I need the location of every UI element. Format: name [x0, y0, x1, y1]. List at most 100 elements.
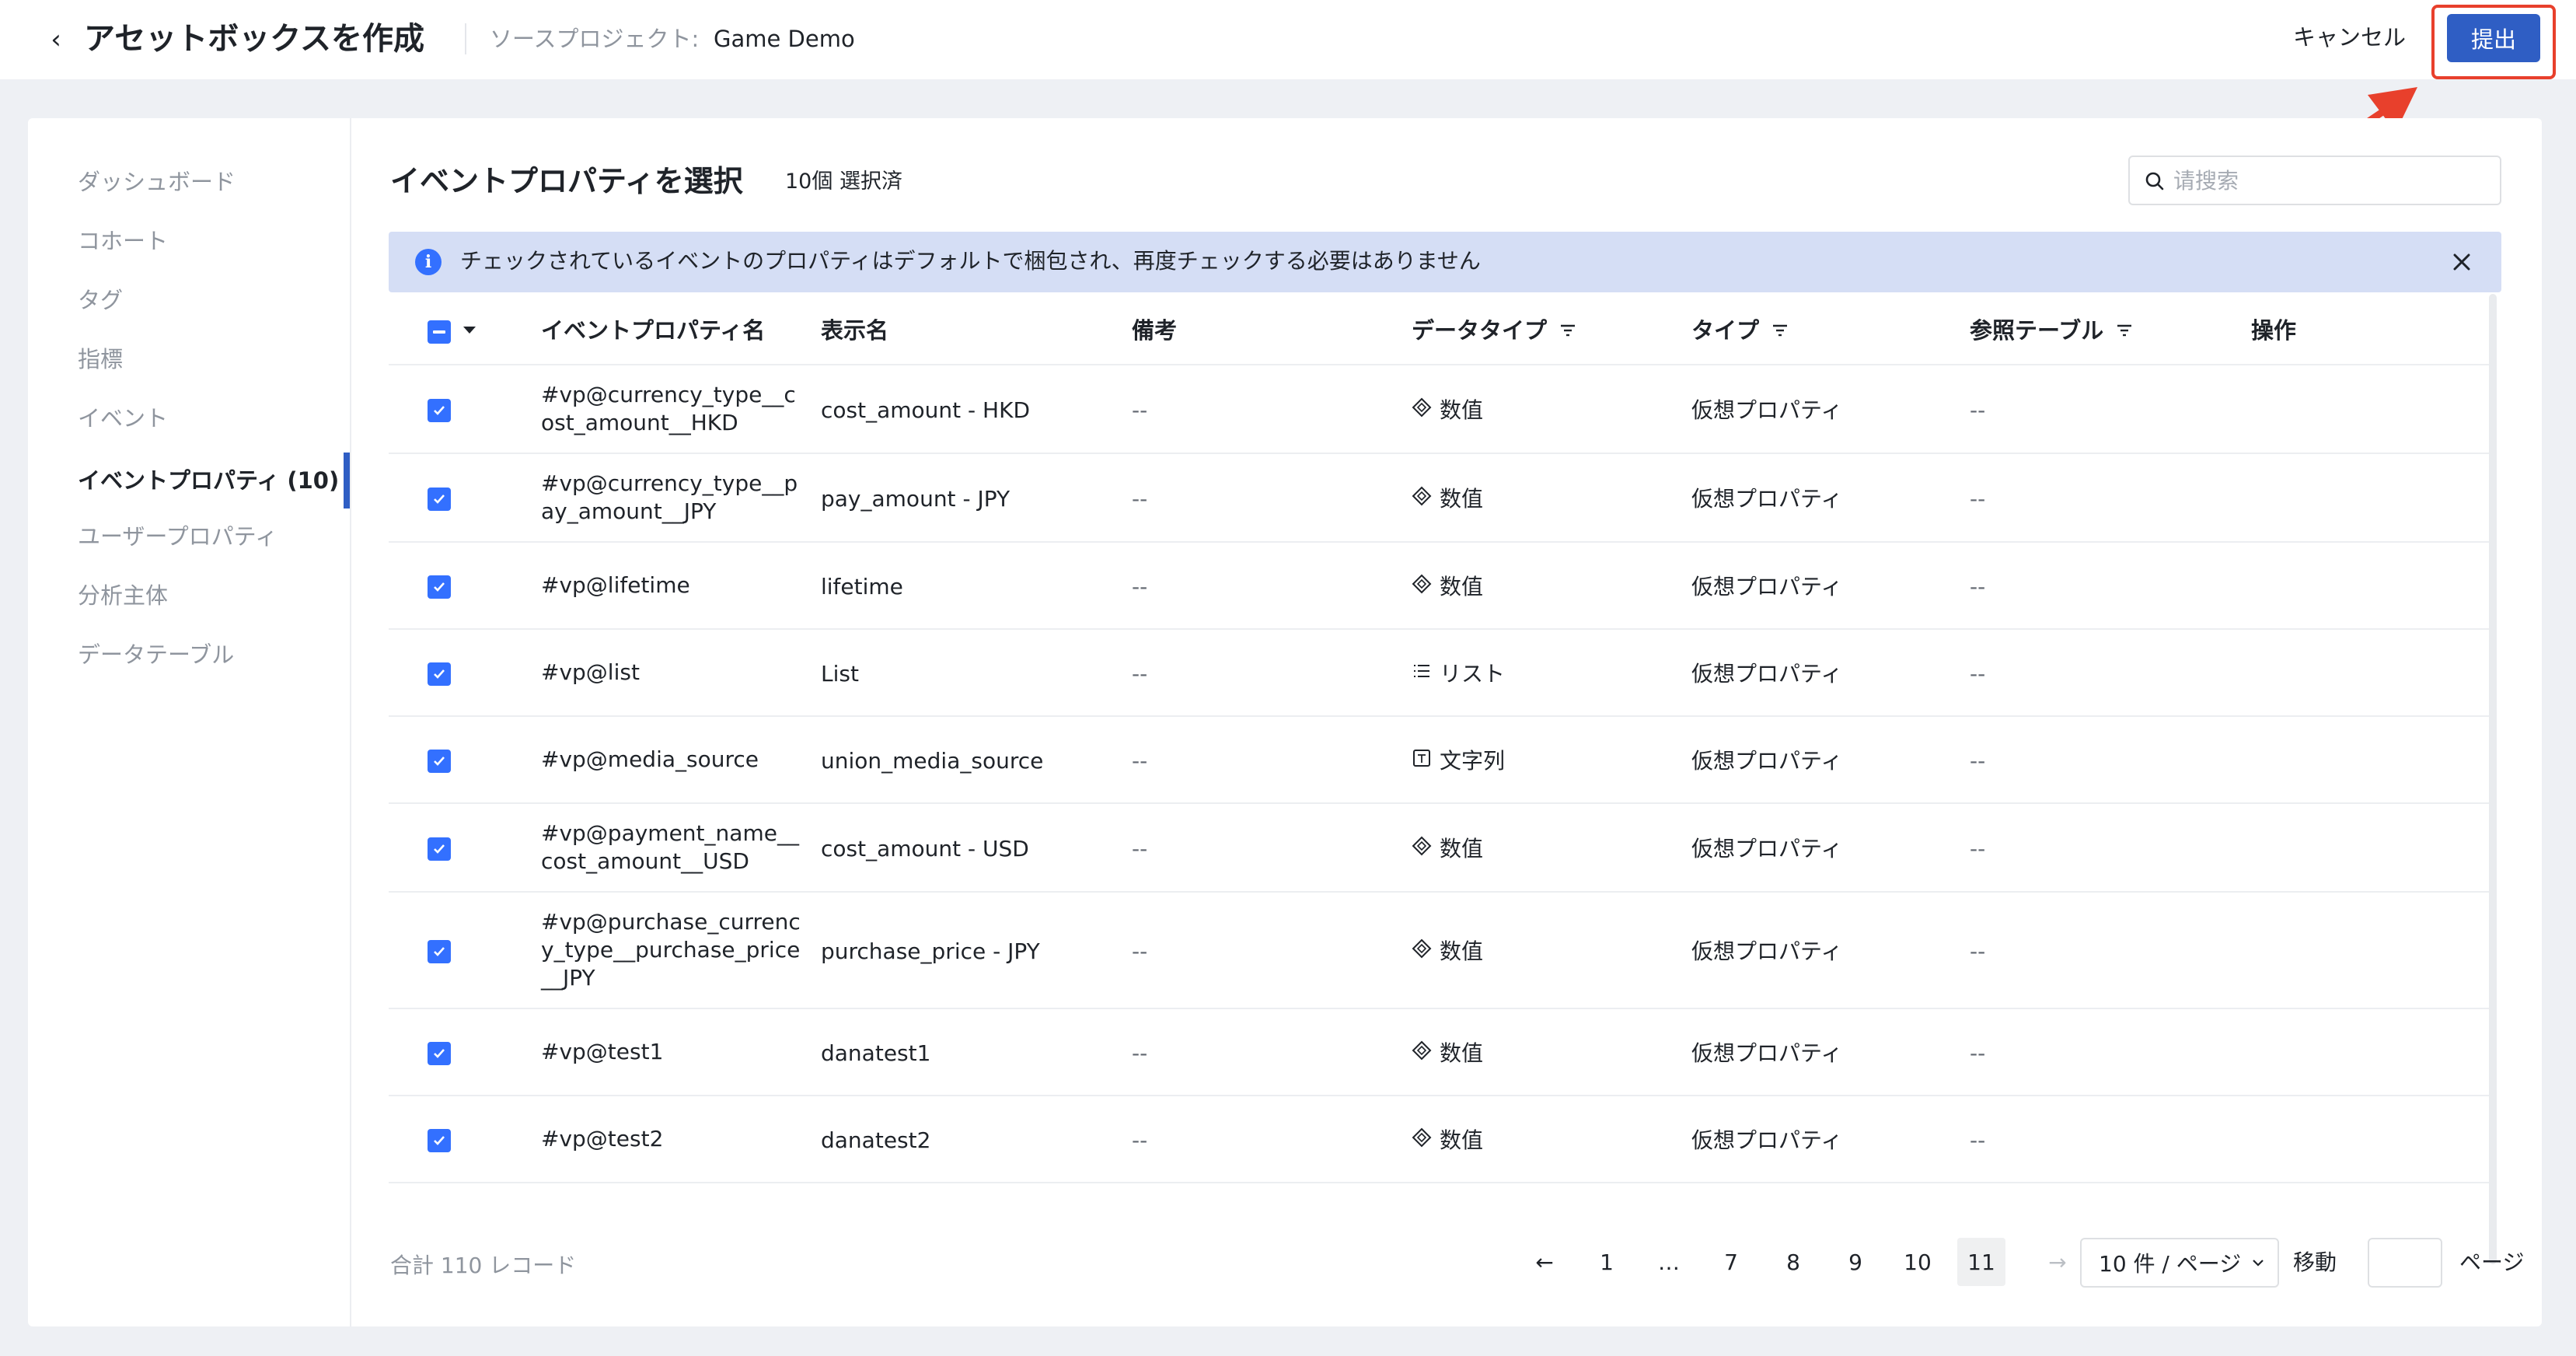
- row-checkbox[interactable]: [428, 837, 451, 861]
- page-8[interactable]: 8: [1769, 1238, 1817, 1286]
- source-project-label: ソースプロジェクト:: [490, 26, 700, 52]
- property-type: 仮想プロパティ: [1691, 938, 1843, 964]
- table-row[interactable]: #vp@lifetime lifetime -- 数值 仮想プロパティ --: [389, 544, 2490, 630]
- close-icon[interactable]: [2447, 247, 2477, 277]
- page-11-current[interactable]: 11: [1957, 1238, 2005, 1286]
- filter-icon[interactable]: [2114, 320, 2134, 341]
- filter-icon[interactable]: [1770, 320, 1790, 341]
- row-checkbox[interactable]: [428, 488, 451, 511]
- table-row[interactable]: #vp@payment_name__cost_amount__USD cost_a…: [389, 806, 2490, 893]
- row-checkbox[interactable]: [428, 662, 451, 686]
- prev-page-arrow-icon[interactable]: ←: [1520, 1238, 1569, 1286]
- table-scrollbar[interactable]: [2489, 294, 2497, 1264]
- remark: --: [1132, 1040, 1148, 1066]
- check-icon: [434, 495, 445, 504]
- data-type: リスト: [1412, 660, 1505, 688]
- diamond-icon: [1412, 1040, 1440, 1068]
- select-menu-caret-icon[interactable]: [463, 327, 476, 334]
- search-input[interactable]: [2173, 163, 2484, 197]
- page-size-select[interactable]: 10 件 / ページ: [2080, 1238, 2279, 1288]
- scrollbar-thumb[interactable]: [2489, 294, 2497, 1264]
- page-1[interactable]: 1: [1583, 1238, 1631, 1286]
- data-type: 数值: [1412, 835, 1483, 863]
- display-name: cost_amount - USD: [821, 836, 1029, 861]
- check-icon: [434, 844, 445, 854]
- back-arrow-icon[interactable]: ‹: [40, 20, 72, 59]
- remark: --: [1132, 574, 1148, 599]
- diamond-icon: [1412, 1127, 1440, 1155]
- property-type: 仮想プロパティ: [1691, 1127, 1843, 1153]
- display-name: pay_amount - JPY: [821, 486, 1011, 512]
- sidebar-item-event-property[interactable]: イベントプロパティ (10): [78, 465, 339, 496]
- ref-table: --: [1970, 836, 1986, 861]
- row-checkbox[interactable]: [428, 750, 451, 773]
- sidebar-item-dashboard[interactable]: ダッシュボード: [78, 166, 236, 197]
- data-type-label: 文字列: [1440, 748, 1506, 774]
- data-type-label: 数值: [1440, 1040, 1484, 1066]
- jump-label: 移動: [2293, 1249, 2337, 1275]
- remark: --: [1132, 938, 1148, 964]
- sidebar-item-data-table[interactable]: データテーブル: [78, 639, 234, 670]
- table-row[interactable]: #vp@media_source union_media_source -- 文字列 仮…: [389, 718, 2490, 804]
- sidebar-item-cohort[interactable]: コホート: [78, 225, 168, 257]
- text-icon: [1412, 747, 1440, 775]
- sidebar-item-metric[interactable]: 指標: [78, 344, 123, 375]
- property-name: #vp@test2: [541, 1126, 664, 1152]
- page-7[interactable]: 7: [1707, 1238, 1755, 1286]
- data-type-label: 数值: [1440, 486, 1484, 512]
- property-table: イベントプロパティ名 表示名 備考 データタイプ タイプ 参照テーブル 操作 #…: [389, 295, 2490, 1207]
- remark: --: [1132, 836, 1148, 861]
- ref-table: --: [1970, 748, 1986, 774]
- sidebar-item-event[interactable]: イベント: [78, 403, 168, 434]
- diamond-icon: [1412, 485, 1440, 513]
- next-page-arrow-icon[interactable]: →: [2033, 1238, 2082, 1286]
- search-box[interactable]: [2128, 156, 2501, 205]
- property-type: 仮想プロパティ: [1691, 486, 1843, 512]
- sidebar-item-user-property[interactable]: ユーザープロパティ: [78, 521, 277, 552]
- property-name: #vp@test1: [541, 1039, 664, 1064]
- jump-page-input[interactable]: [2368, 1238, 2442, 1288]
- page-ellipsis[interactable]: …: [1645, 1238, 1693, 1286]
- check-icon: [434, 669, 445, 679]
- page-10[interactable]: 10: [1894, 1238, 1942, 1286]
- page-9[interactable]: 9: [1831, 1238, 1880, 1286]
- data-type: 数值: [1412, 1127, 1483, 1155]
- info-banner-text: チェックされているイベントのプロパティはデフォルトで梱包され、再度チェックする必…: [460, 248, 1481, 274]
- ref-table: --: [1970, 1127, 1986, 1153]
- row-checkbox[interactable]: [428, 940, 451, 963]
- data-type-label: 数值: [1440, 574, 1484, 599]
- page-suffix-label: ページ: [2459, 1249, 2525, 1275]
- selected-count: 10個 選択済: [785, 170, 902, 194]
- row-checkbox[interactable]: [428, 575, 451, 599]
- sidebar-item-tag[interactable]: タグ: [78, 285, 123, 316]
- table-row[interactable]: #vp@test2 danatest2 -- 数值 仮想プロパティ --: [389, 1098, 2490, 1183]
- select-all-checkbox[interactable]: [428, 320, 451, 344]
- submit-button[interactable]: 提出: [2447, 14, 2540, 62]
- property-type: 仮想プロパティ: [1691, 748, 1843, 774]
- remark: --: [1132, 486, 1148, 512]
- total-records: 合計 110 レコード: [390, 1253, 577, 1278]
- sidebar: ダッシュボード コホート タグ 指標 イベント イベントプロパティ (10) ユ…: [28, 118, 351, 1326]
- diamond-icon: [1412, 938, 1440, 966]
- table-row[interactable]: #vp@list List -- リスト 仮想プロパティ --: [389, 631, 2490, 717]
- sidebar-item-entity[interactable]: 分析主体: [78, 580, 168, 611]
- row-checkbox[interactable]: [428, 399, 451, 422]
- data-type: 数值: [1412, 938, 1483, 966]
- row-checkbox[interactable]: [428, 1042, 451, 1065]
- property-name: #vp@lifetime: [541, 572, 690, 598]
- remark: --: [1132, 1127, 1148, 1153]
- table-row[interactable]: #vp@purchase_currency_type__purchase_pri…: [389, 894, 2490, 1009]
- column-header-action: 操作: [2251, 317, 2297, 344]
- content-title: イベントプロパティを選択: [390, 164, 743, 198]
- data-type-label: 数值: [1440, 1127, 1484, 1153]
- filter-icon[interactable]: [1558, 320, 1578, 341]
- display-name: danatest1: [821, 1040, 931, 1066]
- table-row[interactable]: #vp@test1 danatest1 -- 数值 仮想プロパティ --: [389, 1011, 2490, 1096]
- check-icon: [434, 582, 445, 592]
- cancel-button[interactable]: キャンセル: [2293, 22, 2406, 53]
- property-name: #vp@currency_type__pay_amount__JPY: [541, 470, 798, 524]
- divider: [465, 23, 466, 54]
- table-row[interactable]: #vp@currency_type__pay_amount__JPY pay_am…: [389, 456, 2490, 543]
- table-row[interactable]: #vp@currency_type__cost_amount__HKD cost_…: [389, 367, 2490, 454]
- row-checkbox[interactable]: [428, 1129, 451, 1152]
